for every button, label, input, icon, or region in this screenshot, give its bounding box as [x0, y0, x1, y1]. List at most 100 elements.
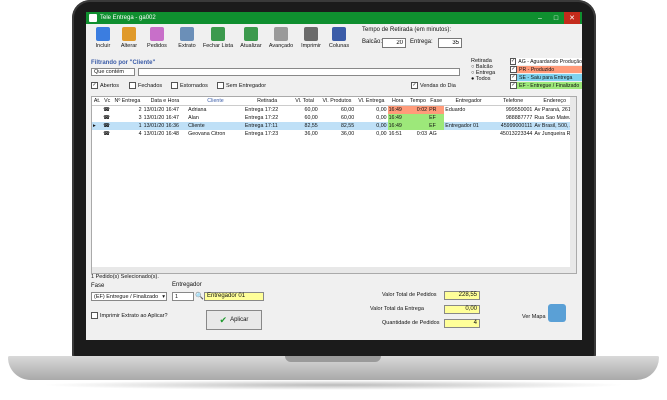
print-statement-checkbox[interactable]: Imprimir Extrato ao Aplicar? — [91, 312, 168, 319]
col-header[interactable]: Entregador — [444, 97, 493, 106]
add-icon — [96, 27, 110, 41]
check-icon: ✔ — [219, 314, 228, 325]
pickup-filter: Retirada ○ Balcão ○ Entrega ● Todos — [471, 58, 511, 82]
laptop-shadow — [40, 380, 627, 390]
search-icon[interactable]: 🔍 — [195, 292, 204, 300]
day-sales-checkbox[interactable]: ✓ Vendas do Dia — [411, 82, 456, 89]
check-icon: ✓ — [411, 82, 418, 89]
columns-button[interactable]: Colunas — [326, 27, 352, 57]
courier-name-field: Entregador 01 — [204, 292, 264, 301]
reversed-checkbox[interactable]: Estornados — [171, 82, 208, 89]
maximize-button[interactable]: □ — [548, 12, 564, 24]
include-button[interactable]: Incluir — [90, 27, 116, 57]
col-header[interactable]: Data e Hora — [142, 97, 188, 106]
app-window: Tele Entrega - ga002 – □ ✕ Incluir Alter… — [86, 12, 582, 340]
orders-icon — [150, 27, 164, 41]
phone-icon: ☎ — [103, 107, 110, 113]
print-icon — [304, 27, 318, 41]
orders-grid: At. Vc Nº Entrega Data e Hora Cliente Re… — [91, 96, 577, 274]
table-row[interactable]: ☎ 4 13/01/20 16:48 Geovana Citron Entreg… — [92, 130, 576, 138]
map-icon[interactable] — [548, 304, 566, 322]
table-row[interactable]: ☎ 3 13/01/20 16:47 Alan Entrega 17:22 60… — [92, 114, 576, 122]
grid-header: At. Vc Nº Entrega Data e Hora Cliente Re… — [92, 97, 576, 106]
col-header[interactable]: At. — [92, 97, 103, 106]
table-row[interactable]: ☎ 2 13/01/20 16:47 Adriana Entrega 17:22… — [92, 105, 576, 114]
col-header[interactable]: Telefone — [492, 97, 534, 106]
check-icon: ✓ — [510, 82, 517, 89]
check-icon: ✓ — [91, 82, 98, 89]
col-header[interactable]: Nº Entrega — [112, 97, 143, 106]
no-courier-checkbox[interactable]: Sem Entregador — [217, 82, 266, 89]
delivery-label: Entrega: — [410, 39, 433, 45]
legend-ef[interactable]: ✓ EF - Entregue / Finalizado — [510, 82, 582, 89]
pickup-time-panel: Tempo de Retirada (em minutos): Balcão: … — [360, 26, 472, 58]
col-header[interactable]: Cliente — [187, 97, 244, 106]
refresh-button[interactable]: Atualizar — [238, 27, 264, 57]
total-orders-label: Valor Total de Pedidos — [382, 292, 437, 298]
legend-pr[interactable]: ✓ PR - Produzido — [510, 66, 582, 73]
chevron-down-icon: ▾ — [162, 294, 165, 300]
legend-se[interactable]: ✓ SE - Saiu para Entrega — [510, 74, 582, 81]
legend-ag[interactable]: ✓ AG - Aguardando Produção — [510, 58, 582, 65]
table-row-selected[interactable]: ▸ ☎ 1 13/01/20 16:36 Cliente Entrega 17:1… — [92, 122, 576, 130]
phone-icon: ☎ — [102, 122, 113, 130]
selection-status: 1 Pedido(s) Selecionado(s). — [91, 274, 159, 280]
advanced-icon — [274, 27, 288, 41]
col-header[interactable]: Hora — [387, 97, 408, 106]
orders-button[interactable]: Pedidos — [144, 27, 170, 57]
check-icon: ✓ — [510, 58, 517, 65]
phase-label: Fase — [91, 283, 105, 289]
total-delivery-value: 0,00 — [444, 305, 480, 314]
check-icon: ✓ — [510, 66, 517, 73]
filter-title: Filtrando por "Cliente" — [91, 60, 156, 66]
check-icon: ✓ — [510, 74, 517, 81]
phase-legend: ✓ AG - Aguardando Produção ✓ PR - Produzid… — [510, 58, 582, 90]
printer-icon — [180, 27, 194, 41]
closed-checkbox[interactable]: Fechados — [129, 82, 162, 89]
col-header[interactable]: Retirada — [243, 97, 291, 106]
col-header[interactable]: Vc — [102, 97, 113, 106]
delivery-minutes-input[interactable] — [438, 38, 462, 48]
close-list-icon — [211, 27, 225, 41]
search-input[interactable] — [138, 68, 460, 76]
minimize-button[interactable]: – — [532, 12, 548, 24]
col-header[interactable]: Vl. Entrega — [355, 97, 388, 106]
statement-button[interactable]: Extrato — [174, 27, 200, 57]
app-icon — [89, 14, 97, 22]
col-header[interactable]: Vl. Total — [290, 97, 319, 106]
radio-all[interactable]: ● Todos — [471, 76, 511, 82]
window-title: Tele Entrega - ga002 — [100, 15, 156, 21]
phone-icon: ☎ — [103, 115, 110, 121]
print-button[interactable]: Imprimir — [298, 27, 324, 57]
col-header[interactable]: Vl. Produtos — [318, 97, 356, 106]
counter-minutes-input[interactable] — [382, 38, 406, 48]
vertical-scrollbar[interactable] — [570, 97, 576, 273]
close-list-button[interactable]: Fechar Lista — [202, 27, 234, 57]
columns-icon — [332, 27, 346, 41]
view-map-label[interactable]: Ver Mapa — [522, 314, 546, 320]
row-pointer-icon: ▸ — [92, 122, 103, 130]
total-delivery-label: Valor Total da Entrega — [370, 306, 424, 312]
horizontal-scrollbar[interactable] — [92, 267, 576, 273]
col-header[interactable]: Fase — [428, 97, 445, 106]
edit-button[interactable]: Alterar — [116, 27, 142, 57]
title-bar: Tele Entrega - ga002 – □ ✕ — [86, 12, 582, 24]
courier-label: Entregador — [172, 282, 202, 288]
edit-icon — [122, 27, 136, 41]
pickup-time-title: Tempo de Retirada (em minutos): — [362, 27, 452, 33]
open-checkbox[interactable]: ✓ Abertos — [91, 82, 119, 89]
filter-mode-select[interactable]: Que contém — [91, 68, 135, 76]
laptop-notch — [285, 356, 381, 362]
refresh-icon — [244, 27, 258, 41]
close-button[interactable]: ✕ — [564, 12, 580, 24]
phase-select[interactable]: (EF) Entregue / Finalizado ▾ — [91, 292, 167, 301]
col-header[interactable]: Tempo — [407, 97, 429, 106]
toolbar: Incluir Alterar Pedidos Extrato Fechar L… — [86, 25, 582, 59]
advanced-button[interactable]: Avançado — [266, 27, 296, 57]
phone-icon: ☎ — [103, 131, 110, 137]
apply-button[interactable]: ✔ Aplicar — [206, 310, 262, 330]
order-count-label: Quantidade de Pedidos — [382, 320, 440, 326]
bottom-panel: 1 Pedido(s) Selecionado(s). Fase (EF) En… — [86, 274, 582, 340]
courier-id-input[interactable]: 1 — [172, 292, 194, 301]
order-count-value: 4 — [444, 319, 480, 328]
